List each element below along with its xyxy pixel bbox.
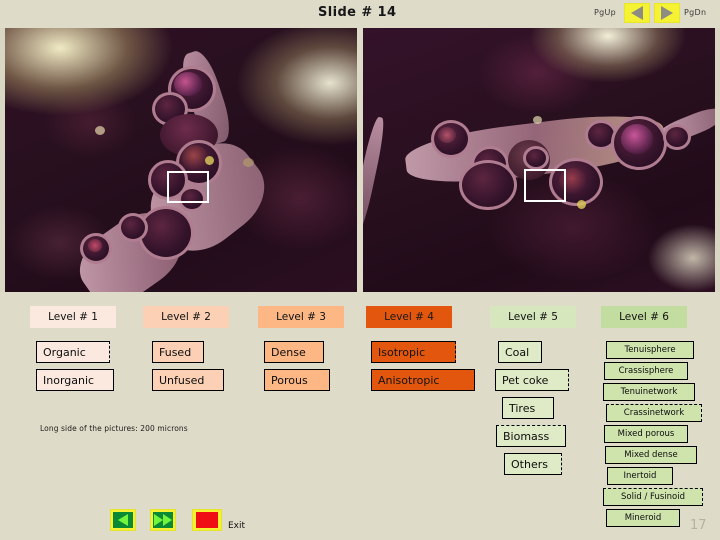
cell-level3-dense[interactable]: Dense xyxy=(264,341,324,363)
page-number: 17 xyxy=(690,518,707,533)
level-header-1: Level # 1 xyxy=(30,306,116,328)
cell-level4-isotropic[interactable]: Isotropic xyxy=(371,341,456,363)
cell-level6-mixed-dense[interactable]: Mixed dense xyxy=(605,446,697,464)
cell-level6-tenuisphere[interactable]: Tenuisphere xyxy=(606,341,694,359)
selection-rectangle-right[interactable] xyxy=(524,169,566,202)
cell-level5-biomass[interactable]: Biomass xyxy=(496,425,566,447)
cell-level6-mineroid[interactable]: Mineroid xyxy=(606,509,680,527)
cell-level2-fused[interactable]: Fused xyxy=(152,341,204,363)
cell-level3-porous[interactable]: Porous xyxy=(264,369,330,391)
level-header-6: Level # 6 xyxy=(601,306,687,328)
pgup-label: PgUp xyxy=(594,8,617,17)
micrograph-right[interactable] xyxy=(363,28,720,292)
cell-level4-anisotropic[interactable]: Anisotropic xyxy=(371,369,475,391)
page-title: Slide # 14 xyxy=(318,5,397,20)
cell-level6-crassisphere[interactable]: Crassisphere xyxy=(604,362,688,380)
pgdn-label: PgDn xyxy=(684,8,707,17)
triangle-left-icon xyxy=(113,512,133,528)
level-header-3: Level # 3 xyxy=(258,306,344,328)
cell-level5-coal[interactable]: Coal xyxy=(498,341,542,363)
header-bar: Slide # 14 PgUp PgDn xyxy=(0,0,720,28)
cell-level1-organic[interactable]: Organic xyxy=(36,341,110,363)
cell-level6-solid-fusinoid[interactable]: Solid / Fusinoid xyxy=(603,488,703,506)
triangle-left-icon xyxy=(631,6,643,20)
cell-level5-tires[interactable]: Tires xyxy=(502,397,554,419)
stop-square-icon xyxy=(196,512,218,528)
slide-stage: Slide # 14 PgUp PgDn Level # 1 Organic I… xyxy=(0,0,720,540)
cell-level5-others[interactable]: Others xyxy=(504,453,562,475)
level-header-2: Level # 2 xyxy=(143,306,229,328)
fast-forward-icon xyxy=(153,512,173,528)
footer-next-button[interactable] xyxy=(150,509,176,531)
cell-level1-inorganic[interactable]: Inorganic xyxy=(36,369,114,391)
cell-level2-unfused[interactable]: Unfused xyxy=(152,369,224,391)
selection-rectangle-left[interactable] xyxy=(167,171,209,203)
exit-button[interactable] xyxy=(192,509,222,531)
level-header-5: Level # 5 xyxy=(490,306,576,328)
prev-slide-button[interactable] xyxy=(624,3,650,23)
triangle-right-icon xyxy=(661,6,673,20)
cell-level5-pet-coke[interactable]: Pet coke xyxy=(495,369,569,391)
cell-level6-mixed-porous[interactable]: Mixed porous xyxy=(604,425,688,443)
next-slide-button[interactable] xyxy=(654,3,680,23)
exit-label: Exit xyxy=(228,521,246,531)
footer-prev-button[interactable] xyxy=(110,509,136,531)
cell-level6-crassinetwork[interactable]: Crassinetwork xyxy=(606,404,702,422)
level-header-4: Level # 4 xyxy=(366,306,452,328)
cell-level6-tenuinetwork[interactable]: Tenuinetwork xyxy=(603,383,695,401)
cell-level6-inertoid[interactable]: Inertoid xyxy=(607,467,673,485)
micrograph-left[interactable] xyxy=(0,28,357,292)
scale-note: Long side of the pictures: 200 microns xyxy=(40,424,188,433)
